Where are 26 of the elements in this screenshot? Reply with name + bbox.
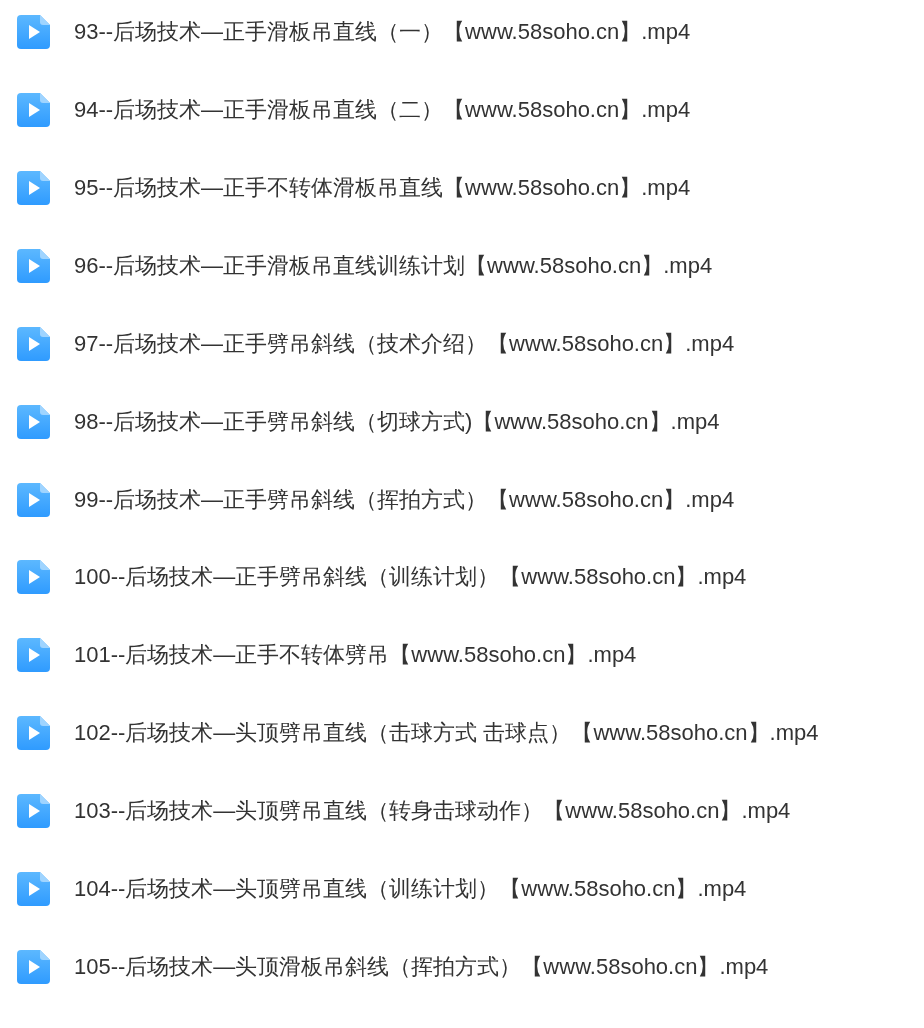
file-name[interactable]: 101--后场技术—正手不转体劈吊【www.58soho.cn】.mp4 [74, 638, 637, 673]
file-name[interactable]: 102--后场技术—头顶劈吊直线（击球方式 击球点）【www.58soho.cn】.mp4 [74, 716, 819, 751]
video-file-icon [17, 794, 50, 829]
video-file-icon [17, 872, 50, 907]
video-file-icon [17, 248, 50, 283]
video-file-icon [17, 170, 50, 205]
video-file-icon [17, 638, 50, 673]
video-file-icon [17, 15, 50, 49]
file-name[interactable]: 99--后场技术—正手劈吊斜线（挥拍方式）【www.58soho.cn】.mp4 [74, 482, 735, 517]
video-file-icon [17, 326, 50, 361]
file-name[interactable]: 97--后场技术—正手劈吊斜线（技术介绍）【www.58soho.cn】.mp4 [74, 326, 735, 361]
file-name[interactable]: 103--后场技术—头顶劈吊直线（转身击球动作）【www.58soho.cn】.mp4 [74, 794, 791, 829]
file-name[interactable]: 105--后场技术—头顶滑板吊斜线（挥拍方式）【www.58soho.cn】.mp4 [74, 950, 769, 985]
video-file-icon [17, 560, 50, 595]
video-file-icon [17, 716, 50, 751]
file-name[interactable]: 95--后场技术—正手不转体滑板吊直线【www.58soho.cn】.mp4 [74, 170, 691, 205]
file-name[interactable]: 104--后场技术—头顶劈吊直线（训练计划）【www.58soho.cn】.mp4 [74, 872, 747, 907]
file-name[interactable]: 96--后场技术—正手滑板吊直线训练计划【www.58soho.cn】.mp4 [74, 248, 713, 283]
file-name[interactable]: 100--后场技术—正手劈吊斜线（训练计划）【www.58soho.cn】.mp4 [74, 560, 747, 595]
file-name[interactable]: 93--后场技术—正手滑板吊直线（一）【www.58soho.cn】.mp4 [74, 15, 691, 49]
file-name[interactable]: 94--后场技术—正手滑板吊直线（二）【www.58soho.cn】.mp4 [74, 92, 691, 127]
file-name[interactable]: 98--后场技术—正手劈吊斜线（切球方式)【www.58soho.cn】.mp4 [74, 404, 720, 439]
video-file-icon [17, 92, 50, 127]
video-file-icon [17, 482, 50, 517]
video-file-icon [17, 950, 50, 985]
video-file-icon [17, 404, 50, 439]
